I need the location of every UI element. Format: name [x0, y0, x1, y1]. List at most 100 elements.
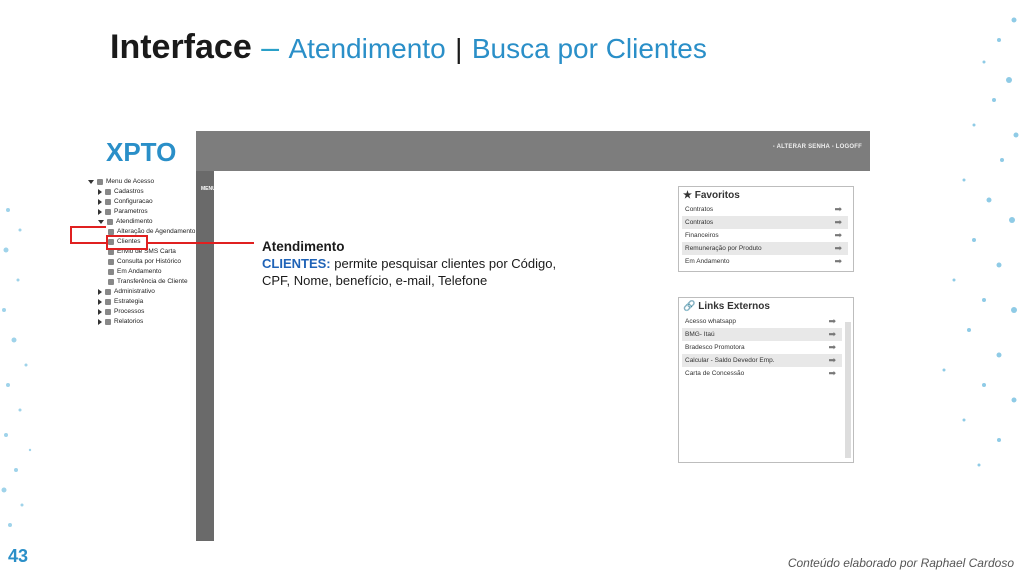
menu-tree-item-label: Menu de Acesso [106, 178, 155, 185]
favoritos-item-label: Contratos [685, 206, 714, 213]
go-arrow-icon[interactable]: ➡ [834, 217, 842, 228]
favoritos-item[interactable]: Em Andamento ➡ [682, 255, 848, 268]
expand-right-icon[interactable] [98, 208, 102, 215]
topbar-links[interactable]: - ALTERAR SENHA - LOGOFF [773, 144, 862, 150]
go-arrow-icon[interactable]: ➡ [828, 368, 836, 379]
menu-tree-item-label: Alteração de Agendamento [117, 228, 196, 235]
title-separator: | [455, 33, 463, 64]
favoritos-item[interactable]: Remuneração por Produto ➡ [682, 242, 848, 255]
go-arrow-icon[interactable]: ➡ [828, 316, 836, 327]
expand-down-icon[interactable] [88, 179, 94, 184]
menu-item-icon [108, 258, 114, 265]
menu-tree-item[interactable]: Consulta por Histórico [108, 258, 181, 265]
slide-title: Interface – Atendimento | Busca por Clie… [110, 28, 707, 67]
menu-tree-item-label: Relatorios [114, 318, 144, 325]
favoritos-item[interactable]: Contratos ➡ [682, 203, 848, 216]
menu-tree-item[interactable]: Processos [98, 308, 144, 315]
expand-right-icon[interactable] [98, 298, 102, 305]
menu-strip[interactable]: MENU [196, 171, 216, 541]
highlight-line-top [70, 226, 106, 228]
xpto-logo: XPTO [106, 137, 176, 167]
menu-tree-item[interactable]: Relatorios [98, 318, 143, 325]
menu-tree-item[interactable]: Configuracao [98, 198, 153, 205]
expand-down-icon[interactable] [98, 219, 104, 224]
links_externos-item[interactable]: Calcular - Saldo Devedor Emp. ➡ [682, 354, 842, 367]
decorative-dots-left [1, 208, 32, 527]
go-arrow-icon[interactable]: ➡ [828, 355, 836, 366]
menu-tree-item[interactable]: Atendimento [98, 218, 153, 225]
menu-item-icon [108, 268, 114, 275]
menu-tree-item[interactable]: Alteração de Agendamento [108, 228, 195, 235]
expand-right-icon[interactable] [98, 308, 102, 315]
menu-tree-item-label: Estrategia [114, 298, 144, 305]
logo-text: XPTO [106, 137, 176, 167]
links_externos-item-label: Acesso whatsapp [685, 318, 736, 325]
menu-item-icon [108, 228, 114, 235]
menu-tree-item-label: Em Andamento [117, 268, 162, 275]
menu-item-icon [105, 198, 111, 205]
expand-right-icon[interactable] [98, 288, 102, 295]
page-number: 43 [8, 546, 29, 566]
favoritos-title: ★ Favoritos [683, 190, 740, 201]
annotation-heading: Atendimento [262, 239, 345, 254]
highlight-box [106, 235, 148, 250]
annotation-text: Atendimento CLIENTES: permite pesquisar … [262, 238, 562, 289]
title-dash: – [261, 29, 279, 65]
expand-right-icon[interactable] [98, 318, 102, 325]
menu-tree-item-label: Configuracao [114, 198, 153, 205]
go-arrow-icon[interactable]: ➡ [828, 342, 836, 353]
menu-tree-item-label: Atendimento [116, 218, 153, 225]
menu-item-icon [105, 308, 111, 315]
menu-item-icon [107, 218, 113, 225]
links_externos-item[interactable]: Acesso whatsapp ➡ [682, 315, 842, 328]
menu-label: MENU [201, 186, 216, 192]
favoritos-item-label: Contratos [685, 219, 714, 226]
go-arrow-icon[interactable]: ➡ [834, 243, 842, 254]
menu-tree-item[interactable]: Em Andamento [108, 268, 161, 275]
favoritos-item-label: Financeiros [685, 232, 719, 239]
title-part2: Busca por Clientes [471, 33, 707, 64]
go-arrow-icon[interactable]: ➡ [834, 204, 842, 215]
links_externos-item[interactable]: Bradesco Promotora ➡ [682, 341, 842, 354]
menu-tree-item[interactable]: Cadastros [98, 188, 144, 195]
menu-item-icon [108, 278, 114, 285]
go-arrow-icon[interactable]: ➡ [828, 329, 836, 340]
menu-tree-item[interactable]: Parametros [98, 208, 148, 215]
title-bold: Interface [110, 28, 252, 66]
menu-item-icon [105, 188, 111, 195]
favoritos-item[interactable]: Contratos ➡ [682, 216, 848, 229]
app-screenshot: XPTO - ALTERAR SENHA - LOGOFF MENU Menu … [88, 131, 870, 541]
links_externos-item-label: Carta de Concessão [685, 370, 745, 377]
links_externos-item[interactable]: Carta de Concessão ➡ [682, 367, 842, 380]
go-arrow-icon[interactable]: ➡ [834, 256, 842, 267]
highlight-line-connector [70, 242, 106, 244]
links_externos-item-label: Bradesco Promotora [685, 344, 745, 351]
menu-tree-item[interactable]: Administrativo [98, 288, 155, 295]
menu-item-icon [105, 208, 111, 215]
links_externos-item-label: BMG- Itaú [685, 331, 715, 338]
menu-tree-item[interactable]: Estrategia [98, 298, 143, 305]
links_externos-item[interactable]: BMG- Itaú ➡ [682, 328, 842, 341]
menu-tree-item[interactable]: Transferência de Cliente [108, 278, 188, 285]
menu-tree-item[interactable]: Menu de Acesso [88, 178, 154, 185]
favoritos-panel: ★ Favoritos Contratos ➡ Contratos ➡ Financei… [678, 186, 854, 272]
menu-tree-item-label: Processos [114, 308, 145, 315]
app-topbar: - ALTERAR SENHA - LOGOFF [196, 131, 870, 171]
menu-item-icon [105, 298, 111, 305]
menu-item-icon [97, 178, 103, 185]
expand-right-icon[interactable] [98, 198, 102, 205]
menu-tree-item-label: Parametros [114, 208, 148, 215]
menu-tree-item-label: Consulta por Histórico [117, 258, 181, 265]
favoritos-item[interactable]: Financeiros ➡ [682, 229, 848, 242]
menu-tree-item-label: Transferência de Cliente [117, 278, 188, 285]
highlight-line-pointer [148, 242, 254, 244]
footer-credit: Conteúdo elaborado por Raphael Cardoso [787, 556, 1014, 570]
menu-item-icon [105, 318, 111, 325]
favoritos-item-label: Em Andamento [685, 258, 730, 265]
title-part1: Atendimento [288, 33, 446, 64]
go-arrow-icon[interactable]: ➡ [834, 230, 842, 241]
menu-item-icon [105, 288, 111, 295]
menu-tree-item-label: Cadastros [114, 188, 144, 195]
expand-right-icon[interactable] [98, 188, 102, 195]
links-scrollbar[interactable] [845, 322, 851, 458]
